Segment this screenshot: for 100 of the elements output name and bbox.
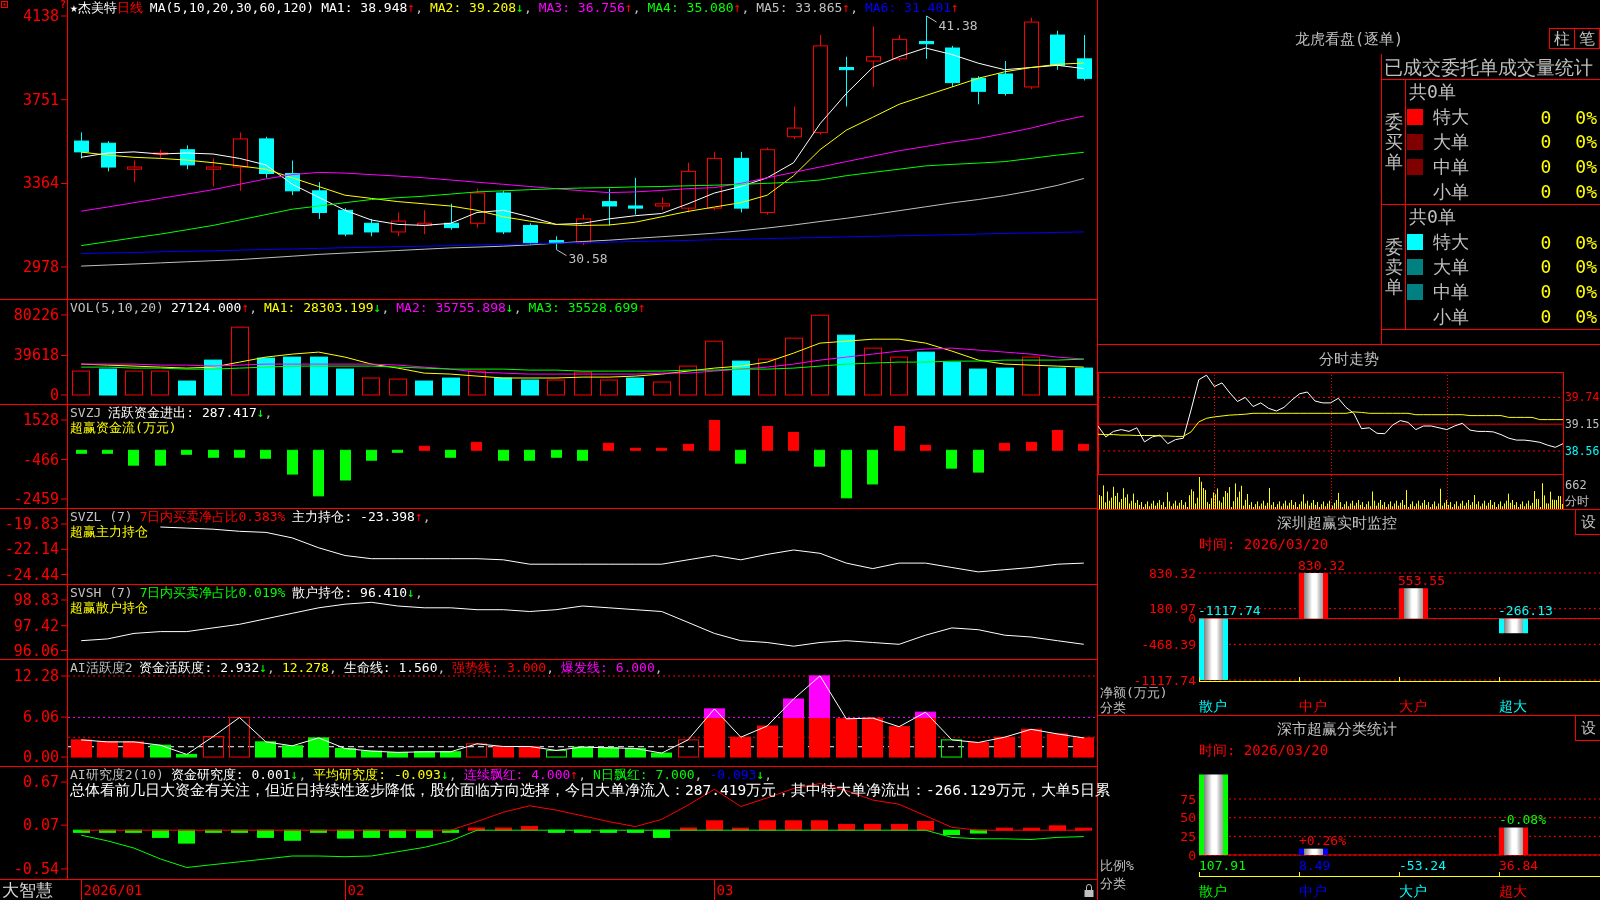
axis-label: 6.06 <box>22 708 59 727</box>
date-label: 时间: 2026/03/20 <box>1199 742 1329 758</box>
candlestick <box>180 144 195 170</box>
candlestick <box>839 56 854 107</box>
order-percent: 0% <box>1575 181 1597 203</box>
axis-label: 0.67 <box>22 773 59 792</box>
order-percent: 0% <box>1575 281 1597 303</box>
bar-value-label: 36.84 <box>1499 857 1539 873</box>
indicator-value: 资金活跃度: 2.932↓, <box>139 660 275 675</box>
candlestick <box>866 25 881 88</box>
panel-title: 分时走势 <box>1319 349 1379 368</box>
candlestick <box>285 160 300 196</box>
indicator-value: 生命线: 1.560, <box>343 660 446 675</box>
axis-label: 1528 <box>22 411 59 429</box>
candlestick <box>734 151 749 213</box>
indicator-name: SVZL (7) <box>70 509 133 524</box>
indicator-name: AI活跃度2 <box>70 660 133 675</box>
axis-label: -22.14 <box>4 540 59 559</box>
axis-label: 39618 <box>13 346 59 365</box>
axis-label: 39.15 <box>1565 417 1600 432</box>
candlestick <box>576 214 591 246</box>
indicator-value: 连续飘红: 4.000↑, <box>463 767 586 782</box>
group-label: 委卖单 <box>1384 237 1403 297</box>
help-mark[interactable]: ? <box>60 0 67 11</box>
bar-value-label: 8.49 <box>1299 857 1331 873</box>
axis-label: 25 <box>1180 828 1196 844</box>
candlestick <box>470 188 485 229</box>
axis-title: 分类 <box>1100 699 1126 715</box>
order-count: 0 <box>1540 131 1552 153</box>
bar-value-label: -266.13 <box>1498 603 1553 619</box>
indicator-value: MA4: 35.080↑, <box>647 0 750 15</box>
candlestick <box>549 235 564 251</box>
axis-label: 80226 <box>13 306 59 324</box>
order-count: 0 <box>1540 231 1552 253</box>
volume-scale-label: 662 <box>1565 478 1587 492</box>
table-title: 已成交委托单成交量统计 <box>1384 55 1593 78</box>
axis-title: 分类 <box>1100 875 1126 891</box>
period-label: 分时 <box>1565 494 1589 508</box>
order-size-label: 特大 <box>1433 105 1469 130</box>
candlestick <box>74 131 89 159</box>
candlestick <box>681 162 696 213</box>
candlestick <box>919 15 934 60</box>
candlestick <box>945 45 960 88</box>
panel-title: 深圳超赢实时监控 <box>1276 513 1397 532</box>
category-label: 大户 <box>1399 883 1427 899</box>
axis-label: -19.83 <box>4 515 59 533</box>
change-label: -0.08% <box>1499 812 1546 827</box>
indicator-caption: 超赢主力持仓 <box>70 524 148 539</box>
order-count: 0 <box>1540 156 1552 178</box>
order-percent: 0% <box>1575 156 1597 178</box>
indicator-value: MA1: 28303.199↓, <box>264 300 390 315</box>
indicator-value: 12.278, <box>281 660 337 675</box>
candlestick <box>523 222 538 246</box>
square-icon <box>1 1 8 8</box>
axis-label: 3364 <box>22 174 59 193</box>
axis-label: 2978 <box>22 258 59 276</box>
candlestick <box>1050 30 1065 71</box>
indicator-value: MA2: 39.208↓, <box>429 0 532 15</box>
axis-label: 0.07 <box>22 816 59 835</box>
axis-label: 0 <box>1188 847 1196 863</box>
callout-line <box>556 249 567 257</box>
view-toggle-button[interactable]: 笔 <box>1574 28 1600 49</box>
category-label: 中户 <box>1299 883 1327 899</box>
indicator-value: MA3: 35528.699↑ <box>528 300 646 315</box>
price-annotation: 30.58 <box>568 251 608 267</box>
indicator-value: MA2: 35755.898↓, <box>396 300 522 315</box>
axis-title: 比例% <box>1100 857 1134 873</box>
indicator-name: SVZJ <box>70 405 102 420</box>
category-label: 散户 <box>1199 698 1227 714</box>
candlestick <box>444 203 459 231</box>
category-label: 散户 <box>1199 883 1227 899</box>
lock-icon[interactable] <box>1084 884 1094 897</box>
indicator-value: 活跃资金进出: 287.417↓, <box>108 405 273 420</box>
brand-label: 大智慧 <box>2 880 53 900</box>
candlestick <box>312 181 327 220</box>
indicator-value: MA6: 31.401↑ <box>864 0 959 15</box>
settings-button[interactable]: 设 <box>1575 716 1600 741</box>
price-annotation: 41.38 <box>938 17 978 33</box>
axis-label: 38.56 <box>1565 443 1600 458</box>
candlestick <box>707 151 722 211</box>
candlestick <box>998 60 1013 97</box>
date-label: 2026/01 <box>83 882 143 898</box>
indicator-caption: 超赢资金流(万元) <box>70 420 177 435</box>
candlestick <box>602 188 617 226</box>
stock-name: ★杰美特 <box>70 0 117 15</box>
view-toggle-button[interactable]: 柱 <box>1549 28 1575 49</box>
candlestick <box>971 75 986 105</box>
order-size-label: 中单 <box>1433 154 1469 179</box>
candlestick <box>127 160 142 183</box>
candlestick <box>364 218 379 237</box>
settings-button[interactable]: 设 <box>1575 510 1600 535</box>
candlestick <box>391 211 406 237</box>
indicator-value: 27124.000↑, <box>170 300 258 315</box>
indicator-value: N日飘红: 7.000, <box>593 767 703 782</box>
bar-value-label: 830.32 <box>1298 557 1345 573</box>
axis-label: 50 <box>1180 810 1196 826</box>
indicator-value: MA3: 36.756↑, <box>538 0 641 15</box>
candlestick <box>496 190 511 235</box>
category-label: 超大 <box>1499 883 1527 899</box>
indicator-value: -0.093↓, <box>709 767 773 782</box>
